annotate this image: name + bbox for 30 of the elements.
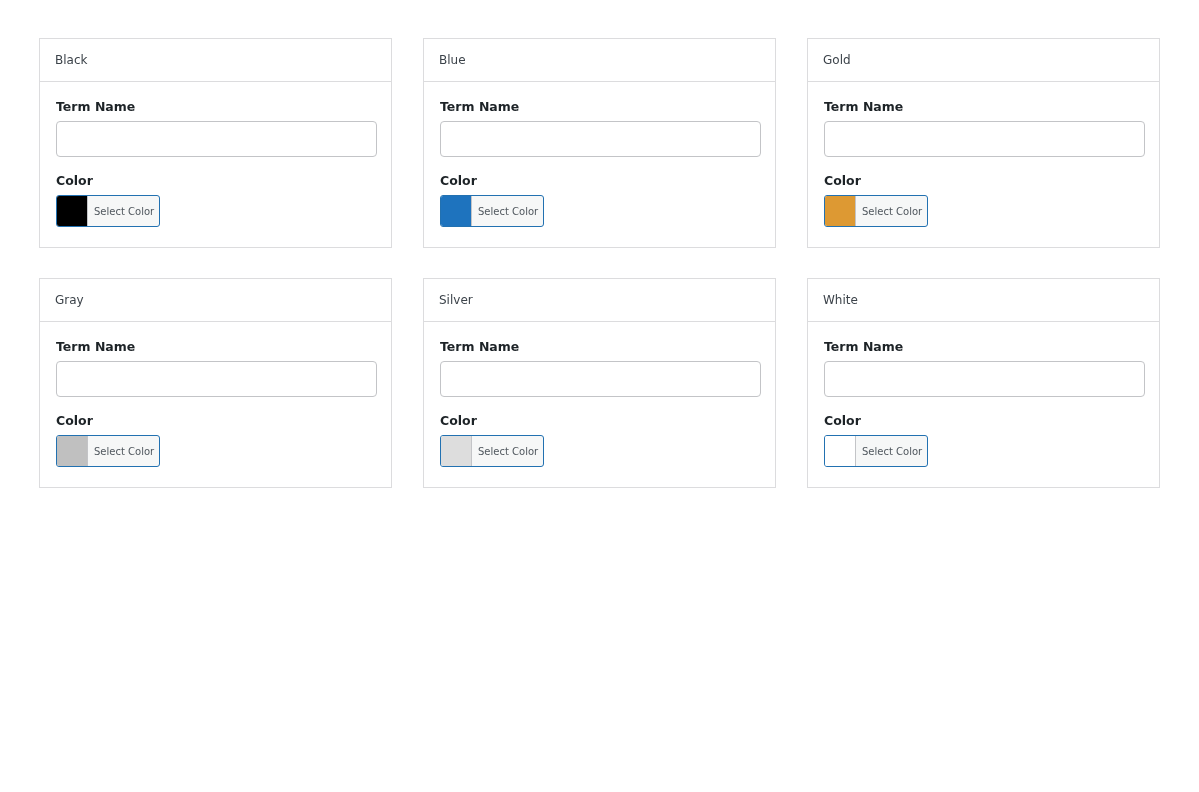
field-label: Term Name	[440, 339, 520, 354]
card-title: Blue	[439, 53, 466, 67]
field-label: Color	[56, 173, 93, 188]
card-title: Silver	[439, 293, 473, 307]
input-field[interactable]	[56, 361, 377, 397]
field-label: Color	[824, 413, 861, 428]
card-title: Gray	[55, 293, 84, 307]
field-label: Color	[56, 413, 93, 428]
field-label: Term Name	[824, 99, 904, 114]
card-title: Gold	[823, 53, 851, 67]
field-label: Color	[440, 173, 477, 188]
field-label: Term Name	[824, 339, 904, 354]
color-picker-button[interactable]: Select Color	[824, 195, 929, 227]
input-field[interactable]	[440, 361, 761, 397]
card-title: White	[823, 293, 858, 307]
input-field[interactable]	[824, 121, 1145, 157]
color-picker-button[interactable]: Select Color	[824, 435, 929, 467]
color-picker-button[interactable]: Select Color	[440, 195, 545, 227]
field-label: Color	[824, 173, 861, 188]
input-field[interactable]	[440, 121, 761, 157]
input-field[interactable]	[56, 121, 377, 157]
color-picker-button[interactable]: Select Color	[56, 195, 161, 227]
field-label: Term Name	[440, 99, 520, 114]
card-title: Black	[55, 53, 88, 67]
field-label: Term Name	[56, 99, 136, 114]
field-label: Color	[440, 413, 477, 428]
field-label: Term Name	[56, 339, 136, 354]
color-picker-button[interactable]: Select Color	[56, 435, 161, 467]
color-picker-button[interactable]: Select Color	[440, 435, 545, 467]
input-field[interactable]	[824, 361, 1145, 397]
